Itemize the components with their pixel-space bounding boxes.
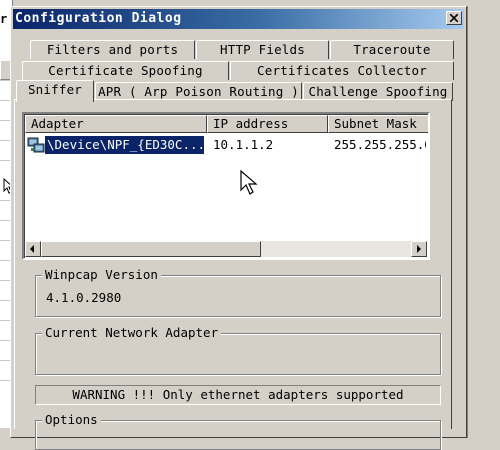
winpcap-version-label: Winpcap Version <box>42 267 161 283</box>
background-window-title: r <box>0 12 8 26</box>
current-network-adapter-label: Current Network Adapter <box>42 325 222 341</box>
scroll-left-button[interactable] <box>25 241 41 257</box>
network-adapter-icon <box>27 137 45 153</box>
adapter-name-cell: \Device\NPF_{ED30C... <box>45 136 204 154</box>
tab-certificates-collector[interactable]: Certificates Collector <box>230 61 454 80</box>
table-row[interactable]: \Device\NPF_{ED30C... 10.1.1.2 255.255.2… <box>25 136 428 156</box>
subnet-mask-cell: 255.255.255.0 <box>334 137 426 152</box>
list-header: Adapter IP address Subnet Mask <box>25 115 428 133</box>
tab-traceroute[interactable]: Traceroute <box>330 40 454 59</box>
scroll-right-icon <box>417 245 421 253</box>
column-header-adapter[interactable]: Adapter <box>25 115 207 133</box>
tab-filters-and-ports[interactable]: Filters and ports <box>30 40 195 59</box>
horizontal-scrollbar[interactable] <box>25 241 427 257</box>
current-network-adapter-group: Current Network Adapter <box>35 325 441 375</box>
close-button[interactable] <box>446 11 462 25</box>
scroll-thumb[interactable] <box>41 241 261 257</box>
scroll-right-button[interactable] <box>411 241 427 257</box>
winpcap-version-group: Winpcap Version 4.1.0.2980 <box>35 267 441 317</box>
title-bar[interactable]: Configuration Dialog <box>13 9 464 29</box>
mouse-cursor-icon <box>240 170 258 195</box>
options-group: Options <box>35 412 441 450</box>
winpcap-version-value: 4.1.0.2980 <box>46 290 122 305</box>
scroll-left-icon <box>30 245 34 253</box>
tab-http-fields[interactable]: HTTP Fields <box>196 40 329 59</box>
tab-certificate-spoofing[interactable]: Certificate Spoofing <box>22 61 229 80</box>
column-header-subnet-mask[interactable]: Subnet Mask <box>328 115 428 133</box>
close-icon <box>450 14 458 22</box>
column-header-ip-address[interactable]: IP address <box>207 115 328 133</box>
options-label: Options <box>42 412 101 428</box>
ip-address-cell: 10.1.1.2 <box>213 137 274 152</box>
tab-sniffer[interactable]: Sniffer <box>16 80 94 102</box>
dialog-title: Configuration Dialog <box>15 11 182 26</box>
adapter-list[interactable]: Adapter IP address Subnet Mask \Device\N… <box>22 112 430 260</box>
warning-message: WARNING !!! Only ethernet adapters suppo… <box>35 385 441 405</box>
